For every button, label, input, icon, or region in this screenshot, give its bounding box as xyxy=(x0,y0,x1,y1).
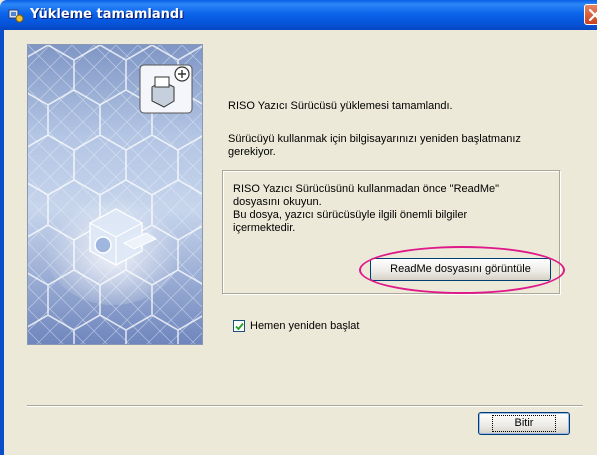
finish-button-label: Bitir xyxy=(491,415,557,432)
computer-setup-icon xyxy=(139,64,193,114)
readme-info-line2: dosyasını okuyun. xyxy=(233,196,322,208)
readme-info-line1: RISO Yazıcı Sürücüsünü kullanmadan önce … xyxy=(233,183,500,195)
installer-dialog: Yükleme tamamlandı RISO Yazıcı Sürücüsü … xyxy=(0,0,597,455)
title-bar[interactable]: Yükleme tamamlandı xyxy=(0,0,597,30)
close-button[interactable] xyxy=(584,4,597,25)
install-complete-message: RISO Yazıcı Sürücüsü yüklemesi tamamland… xyxy=(228,100,453,112)
setup-wizard-icon xyxy=(8,7,24,23)
finish-button[interactable]: Bitir xyxy=(478,412,570,435)
window-title: Yükleme tamamlandı xyxy=(30,7,184,22)
close-icon xyxy=(589,9,597,21)
restart-now-label[interactable]: Hemen yeniden başlat xyxy=(250,320,359,333)
restart-required-message-cont: gerekiyor. xyxy=(228,146,276,158)
view-readme-button[interactable]: ReadMe dosyasını görüntüle xyxy=(370,258,551,281)
installer-illustration xyxy=(27,44,203,345)
readme-info-line4: içermektedir. xyxy=(233,222,296,234)
restart-required-message: Sürücüyü kullanmak için bilgisayarınızı … xyxy=(228,133,521,145)
readme-info-line3: Bu dosya, yazıcı sürücüsüyle ilgili önem… xyxy=(233,209,468,221)
footer-divider xyxy=(27,405,583,407)
checkmark-icon xyxy=(235,322,244,331)
window-frame-left xyxy=(0,30,4,455)
restart-now-checkbox[interactable] xyxy=(233,320,245,332)
